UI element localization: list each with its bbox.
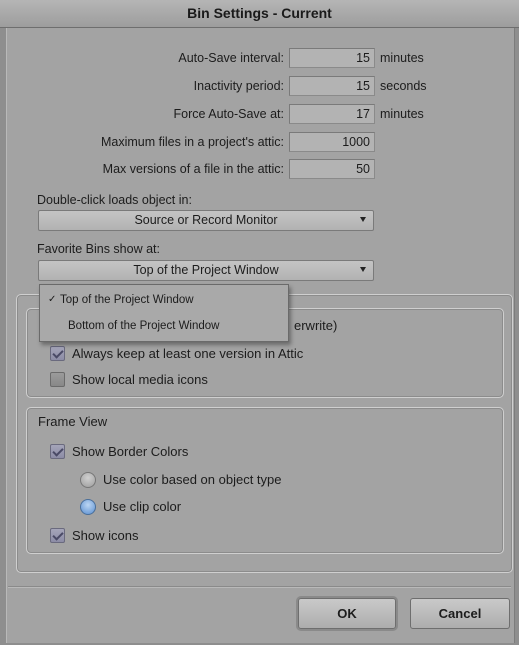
max-versions-field[interactable]: 50: [289, 159, 375, 179]
inactivity-period-unit: seconds: [380, 79, 427, 93]
show-icons-checkbox[interactable]: [50, 528, 65, 543]
chevron-down-icon: [360, 267, 366, 272]
show-border-colors-label: Show Border Colors: [72, 444, 189, 459]
inactivity-period-field[interactable]: 15: [289, 76, 375, 96]
favorite-bins-dropdown[interactable]: Top of the Project Window: [38, 260, 374, 281]
menu-item-top-of-project-window[interactable]: Top of the Project Window: [60, 294, 194, 306]
force-autosave-label: Force Auto-Save at:: [173, 107, 284, 121]
inactivity-period-label: Inactivity period:: [193, 79, 284, 93]
max-files-label: Maximum files in a project's attic:: [101, 135, 284, 149]
chevron-down-icon: [360, 217, 366, 222]
favorite-bins-menu: ✓ Top of the Project Window Bottom of th…: [39, 284, 289, 342]
max-versions-label: Max versions of a file in the attic:: [102, 162, 284, 176]
dialog-title: Bin Settings - Current: [0, 0, 519, 28]
double-click-dropdown[interactable]: Source or Record Monitor: [38, 210, 374, 231]
keep-version-checkbox[interactable]: [50, 346, 65, 361]
show-icons-label: Show icons: [72, 528, 139, 543]
separator: [8, 586, 511, 588]
favorite-bins-value: Top of the Project Window: [133, 263, 279, 277]
use-clip-color-radio[interactable]: [80, 499, 96, 515]
double-click-label: Double-click loads object in:: [37, 193, 192, 207]
double-click-value: Source or Record Monitor: [134, 213, 278, 227]
frame-view-title: Frame View: [38, 414, 108, 429]
use-clip-color-label: Use clip color: [103, 499, 182, 514]
autosave-interval-unit: minutes: [380, 51, 424, 65]
favorite-bins-label: Favorite Bins show at:: [37, 242, 160, 256]
force-autosave-unit: minutes: [380, 107, 424, 121]
partial-option-text: erwrite): [294, 318, 338, 333]
ok-button[interactable]: OK: [298, 598, 396, 629]
autosave-interval-label: Auto-Save interval:: [178, 51, 284, 65]
autosave-interval-field[interactable]: 15: [289, 48, 375, 68]
force-autosave-field[interactable]: 17: [289, 104, 375, 124]
checkmark-icon: ✓: [48, 294, 57, 305]
cancel-button[interactable]: Cancel: [410, 598, 510, 629]
menu-item-bottom-of-project-window[interactable]: Bottom of the Project Window: [68, 320, 219, 332]
show-border-colors-checkbox[interactable]: [50, 444, 65, 459]
color-by-object-type-label: Use color based on object type: [103, 472, 282, 487]
local-media-icons-label: Show local media icons: [72, 372, 208, 387]
keep-version-label: Always keep at least one version in Atti…: [72, 346, 304, 361]
local-media-icons-checkbox[interactable]: [50, 372, 65, 387]
max-files-field[interactable]: 1000: [289, 132, 375, 152]
color-by-object-type-radio[interactable]: [80, 472, 96, 488]
